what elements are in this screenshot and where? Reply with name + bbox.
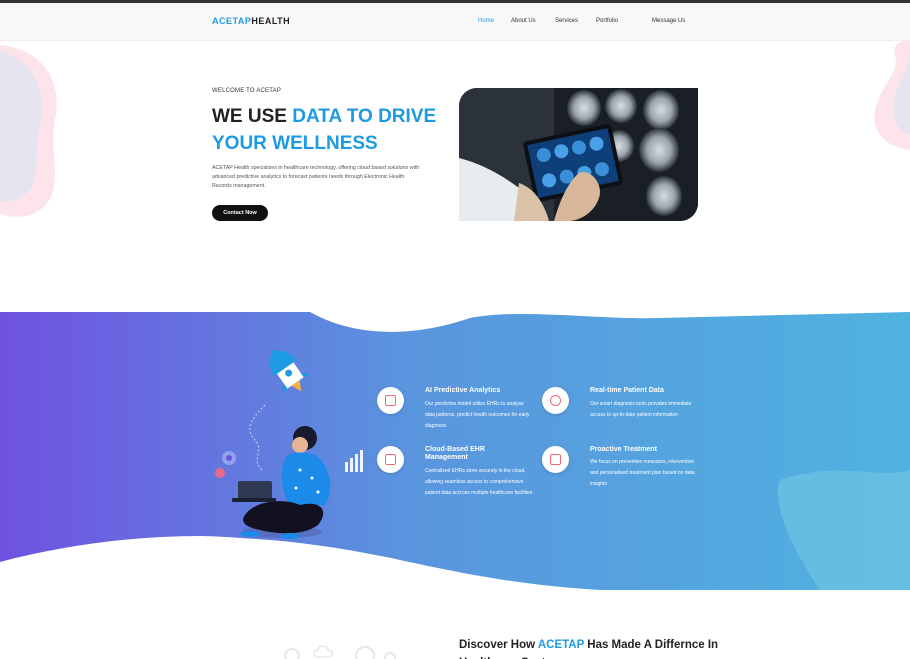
monitor-icon: [377, 387, 404, 414]
feature-title: Proactive Treatment: [590, 446, 657, 453]
feature-title: AI Predictive Analytics: [425, 387, 501, 394]
hero-desc-part1: ACETAP Health specializes in healthcare …: [212, 165, 358, 171]
hero-title: WE USE DATA TO DRIVE YOUR WELLNESS: [212, 103, 452, 157]
discover-heading: Discover How ACETAP Has Made A Differnce…: [459, 636, 719, 659]
discover-plain-1: Discover How: [459, 639, 538, 651]
hero-description: ACETAP Health specializes in healthcare …: [212, 164, 422, 191]
navbar: ACETAPHEALTH Home About Us Services Port…: [0, 3, 910, 41]
hero-title-plain: WE USE: [212, 106, 293, 127]
hero-kicker: WELCOME TO ACETAP: [212, 88, 282, 94]
hero-image: [459, 88, 698, 221]
decorative-blob-left: [0, 45, 57, 217]
hero-desc-italic: cloud based solutions: [357, 165, 409, 171]
feature-description: Our predictive model utilize EHRs to ana…: [425, 401, 530, 429]
nav-services[interactable]: Services: [555, 18, 578, 24]
nav-about-us[interactable]: About Us: [511, 18, 536, 24]
nav-message-us[interactable]: Message Us: [652, 18, 685, 24]
feature-description: Our smart diagnosis tools provides immed…: [590, 401, 692, 418]
contact-now-button[interactable]: Contact Now: [212, 205, 268, 221]
nav-home[interactable]: Home: [478, 18, 494, 24]
cloud-records-icon: [377, 446, 404, 473]
discover-highlight: ACETAP: [537, 639, 585, 651]
feature-description: We focus on preventive measures, interve…: [590, 459, 695, 487]
decorative-blob-right: [874, 40, 910, 150]
search-data-icon: [542, 387, 569, 414]
logo-part-acetap: ACETAP: [212, 16, 252, 26]
feature-title: Cloud-Based EHR Management: [425, 446, 485, 461]
nav-portfolio[interactable]: Portfolio: [596, 18, 618, 24]
feature-description: Centralized EHRs store securely in the c…: [425, 468, 533, 496]
logo-part-health: HEALTH: [251, 16, 291, 26]
feature-title: Real-time Patient Data: [590, 387, 664, 394]
brand-logo[interactable]: ACETAPHEALTH: [212, 16, 290, 26]
treatment-plan-icon: [542, 446, 569, 473]
cog-cloud-decoration-icon: [284, 645, 396, 659]
